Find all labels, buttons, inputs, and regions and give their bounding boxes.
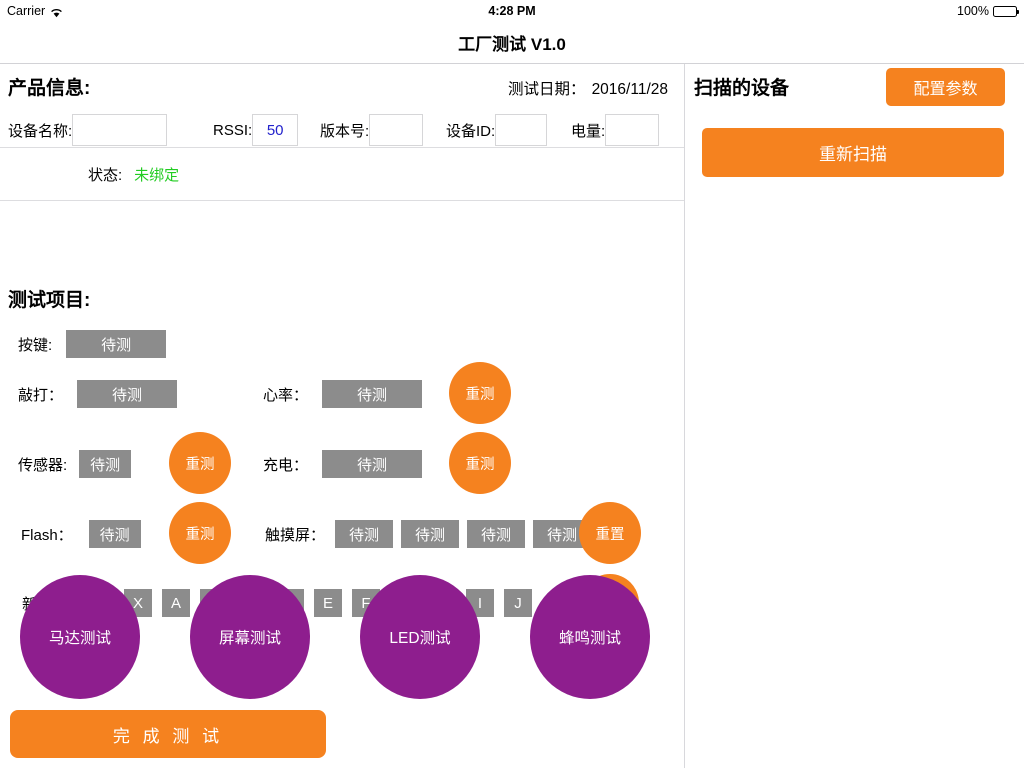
field-rssi: RSSI: — [213, 114, 299, 146]
rescan-button[interactable]: 重新扫描 — [702, 128, 1004, 177]
left-panel: 产品信息: 测试日期： 2016/11/28 设备名称: RSSI: 版本号: 设… — [0, 64, 684, 768]
battery-label: 电量: — [571, 122, 606, 140]
device-name-label: 设备名称: — [8, 122, 73, 140]
charge-retest-button[interactable]: 重测 — [449, 432, 511, 494]
divider-fields — [0, 147, 684, 148]
rssi-input[interactable] — [252, 114, 299, 146]
battery-full-icon — [993, 5, 1019, 17]
nav-bar: 工厂测试 V1.0 — [0, 22, 1024, 64]
key-test-status-button[interactable]: 待测 — [66, 330, 167, 358]
device-id-label: 设备ID: — [446, 122, 496, 140]
status-bar-time: 4:28 PM — [488, 4, 536, 18]
product-info-heading: 产品信息: — [8, 78, 91, 99]
buzzer-test-button[interactable]: 蜂鸣测试 — [530, 575, 650, 699]
field-battery: 电量: — [571, 114, 660, 146]
test-date-label: 测试日期： — [508, 81, 586, 98]
product-field-row: 设备名称: RSSI: 版本号: 设备ID: 电量: — [0, 114, 684, 146]
new-touchscreen-key-J[interactable]: J — [504, 589, 533, 617]
test-items-heading: 测试项目: — [8, 290, 91, 311]
sensor-test-status-button[interactable]: 待测 — [79, 450, 132, 478]
buzzer-test-label: 蜂鸣测试 — [558, 630, 621, 647]
sensor-test-label: 传感器: — [18, 456, 68, 474]
device-name-input[interactable] — [72, 114, 168, 146]
right-panel: 扫描的设备 配置参数 重新扫描 — [685, 64, 1024, 768]
field-version: 版本号: — [320, 114, 424, 146]
divider-product-section — [0, 200, 684, 201]
version-label: 版本号: — [320, 122, 370, 140]
battery-percent-label: 100% — [957, 4, 989, 18]
touchscreen-status-button-1[interactable]: 待测 — [335, 520, 394, 548]
status-bar-right: 100% — [957, 4, 1019, 18]
test-date-value: 2016/11/28 — [591, 81, 668, 98]
knock-test-status-button[interactable]: 待测 — [77, 380, 178, 408]
status-bar: Carrier 4:28 PM 100% — [0, 0, 1024, 22]
screen-test-button[interactable]: 屏幕测试 — [190, 575, 310, 699]
row-key-test: 按键: 待测 — [18, 330, 167, 358]
flash-test-status-button[interactable]: 待测 — [88, 520, 141, 548]
knock-test-label: 敲打： — [18, 386, 64, 404]
led-test-button[interactable]: LED测试 — [360, 575, 480, 699]
scanned-devices-heading: 扫描的设备 — [694, 78, 790, 99]
page-title: 工厂测试 V1.0 — [458, 35, 566, 54]
touchscreen-status-button-2[interactable]: 待测 — [401, 520, 460, 548]
field-device-name: 设备名称: — [8, 114, 168, 146]
bind-status-row: 状态: 未绑定 — [88, 164, 179, 185]
heartrate-test-label: 心率： — [263, 386, 309, 404]
heartrate-test-status-button[interactable]: 待测 — [322, 380, 423, 408]
field-device-id: 设备ID: — [446, 114, 548, 146]
charge-test-status-button[interactable]: 待测 — [322, 450, 423, 478]
row-heartrate-test: 心率： 待测 — [263, 380, 423, 408]
motor-test-label: 马达测试 — [48, 630, 111, 647]
flash-test-label: Flash： — [21, 526, 73, 544]
row-flash-test: Flash： 待测 — [21, 520, 141, 548]
test-date: 测试日期： 2016/11/28 — [508, 77, 668, 99]
heartrate-retest-button[interactable]: 重测 — [449, 362, 511, 424]
finish-test-button[interactable]: 完 成 测 试 — [10, 710, 326, 758]
flash-retest-button[interactable]: 重测 — [169, 502, 231, 564]
charge-test-label: 充电： — [263, 456, 309, 474]
config-params-button[interactable]: 配置参数 — [886, 68, 1005, 106]
product-info-header: 产品信息: 测试日期： 2016/11/28 — [8, 73, 668, 100]
row-touchscreen-test: 触摸屏： 待测 待测 待测 待测 — [265, 520, 592, 548]
row-charge-test: 充电： 待测 — [263, 450, 423, 478]
new-touchscreen-key-E[interactable]: E — [314, 589, 343, 617]
rssi-label: RSSI: — [213, 121, 253, 139]
screen-test-label: 屏幕测试 — [218, 630, 281, 647]
new-touchscreen-key-A[interactable]: A — [162, 589, 191, 617]
row-knock-test: 敲打： 待测 — [18, 380, 178, 408]
touchscreen-test-label: 触摸屏： — [265, 526, 326, 544]
app-root: Carrier 4:28 PM 100% 工厂测试 V1.0 产品信息: 测试日… — [0, 0, 1024, 768]
led-test-label: LED测试 — [389, 630, 451, 647]
touchscreen-reset-button[interactable]: 重置 — [579, 502, 641, 564]
key-test-label: 按键: — [18, 336, 53, 354]
device-list[interactable] — [685, 190, 1024, 768]
device-id-input[interactable] — [495, 114, 548, 146]
status-badge: 未绑定 — [134, 167, 180, 184]
version-input[interactable] — [369, 114, 424, 146]
motor-test-button[interactable]: 马达测试 — [20, 575, 140, 699]
touchscreen-status-button-3[interactable]: 待测 — [467, 520, 526, 548]
sensor-retest-button[interactable]: 重测 — [169, 432, 231, 494]
row-sensor-test: 传感器: 待测 — [18, 450, 132, 478]
status-label: 状态: — [88, 167, 123, 184]
battery-input[interactable] — [605, 114, 660, 146]
